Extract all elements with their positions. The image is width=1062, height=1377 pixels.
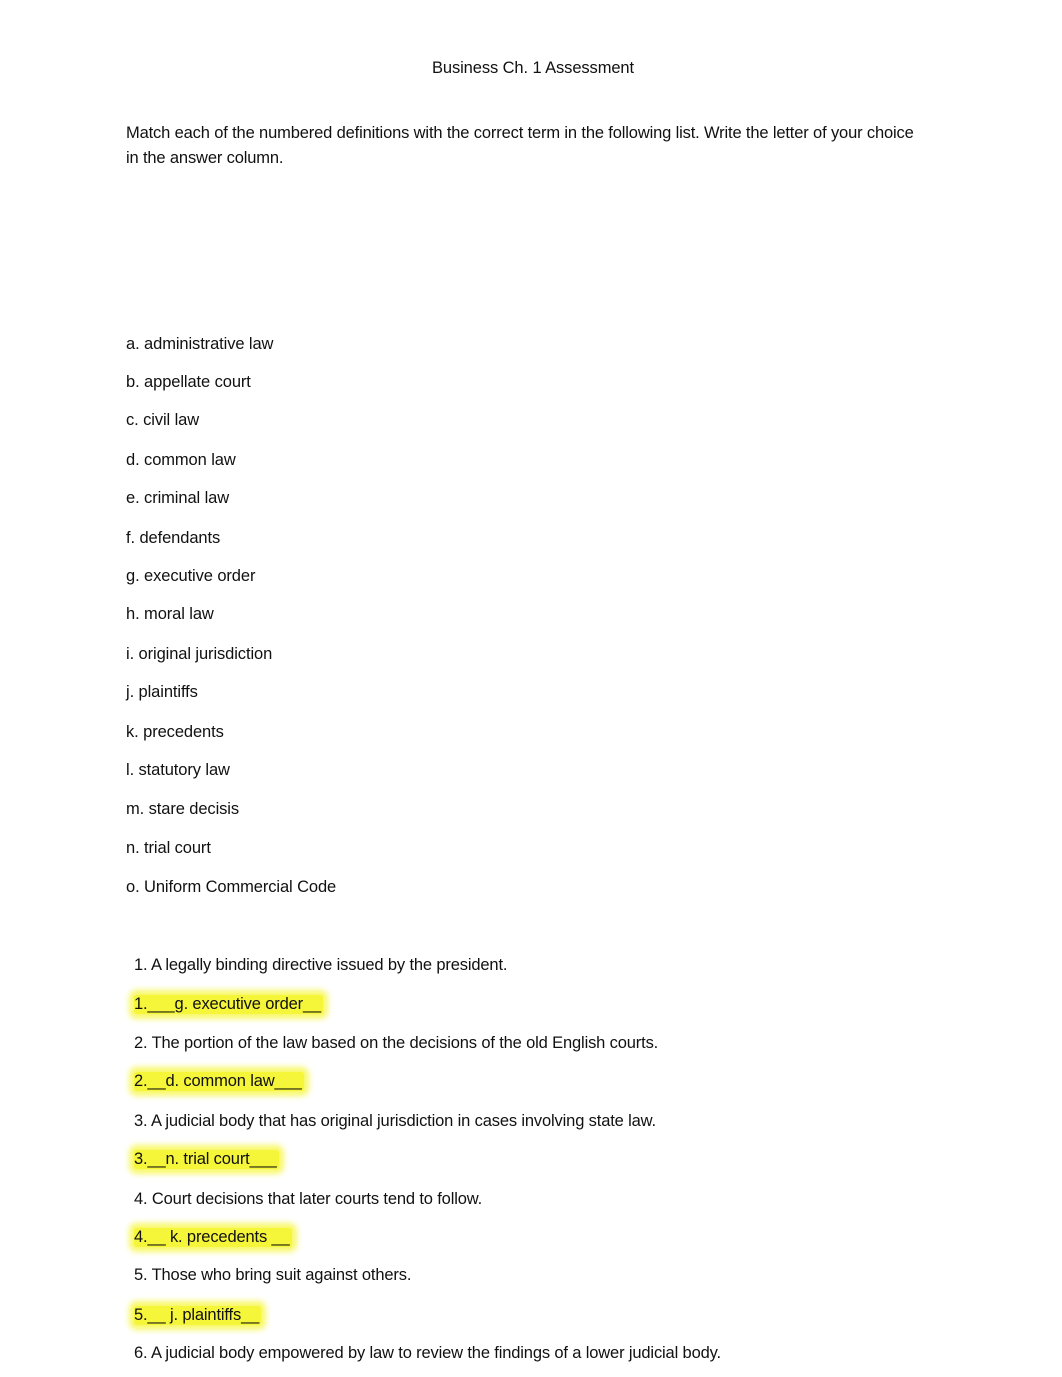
question-definition: 2. The portion of the law based on the d… (134, 1034, 659, 1052)
answer-highlighted[interactable]: 4.__ k. precedents __ (134, 1228, 292, 1247)
question-definition: 1. A legally binding directive issued by… (134, 956, 508, 974)
question-definition: 3. A judicial body that has original jur… (134, 1112, 656, 1130)
document-page: Business Ch. 1 Assessment Match each of … (0, 0, 1062, 1377)
term-item: l. statutory law (126, 761, 230, 779)
answer-highlighted[interactable]: 2.__d. common law___ (134, 1072, 304, 1091)
term-item: m. stare decisis (126, 800, 240, 818)
document-title: Business Ch. 1 Assessment (431, 59, 634, 77)
term-item: g. executive order (126, 567, 256, 585)
term-item: c. civil law (126, 411, 200, 429)
term-item: k. precedents (126, 723, 224, 741)
answer-highlighted[interactable]: 3.__n. trial court___ (134, 1150, 279, 1169)
term-item: d. common law (126, 451, 236, 469)
term-item: i. original jurisdiction (126, 645, 273, 663)
term-item: h. moral law (126, 605, 214, 623)
instructions-paragraph: Match each of the numbered definitions w… (126, 124, 914, 167)
term-item: f. defendants (126, 529, 221, 547)
question-definition: 5. Those who bring suit against others. (134, 1266, 412, 1284)
answer-highlighted[interactable]: 1.___g. executive order__ (134, 995, 324, 1014)
term-item: n. trial court (126, 839, 211, 857)
term-item: a. administrative law (126, 335, 274, 353)
question-definition: 4. Court decisions that later courts ten… (134, 1190, 483, 1208)
term-item: b. appellate court (126, 373, 251, 391)
term-item: j. plaintiffs (126, 683, 198, 701)
term-item: e. criminal law (126, 489, 230, 507)
term-item: o. Uniform Commercial Code (126, 878, 337, 896)
question-definition: 6. A judicial body empowered by law to r… (134, 1344, 721, 1362)
answer-highlighted[interactable]: 5.__ j. plaintiffs__ (134, 1306, 262, 1325)
